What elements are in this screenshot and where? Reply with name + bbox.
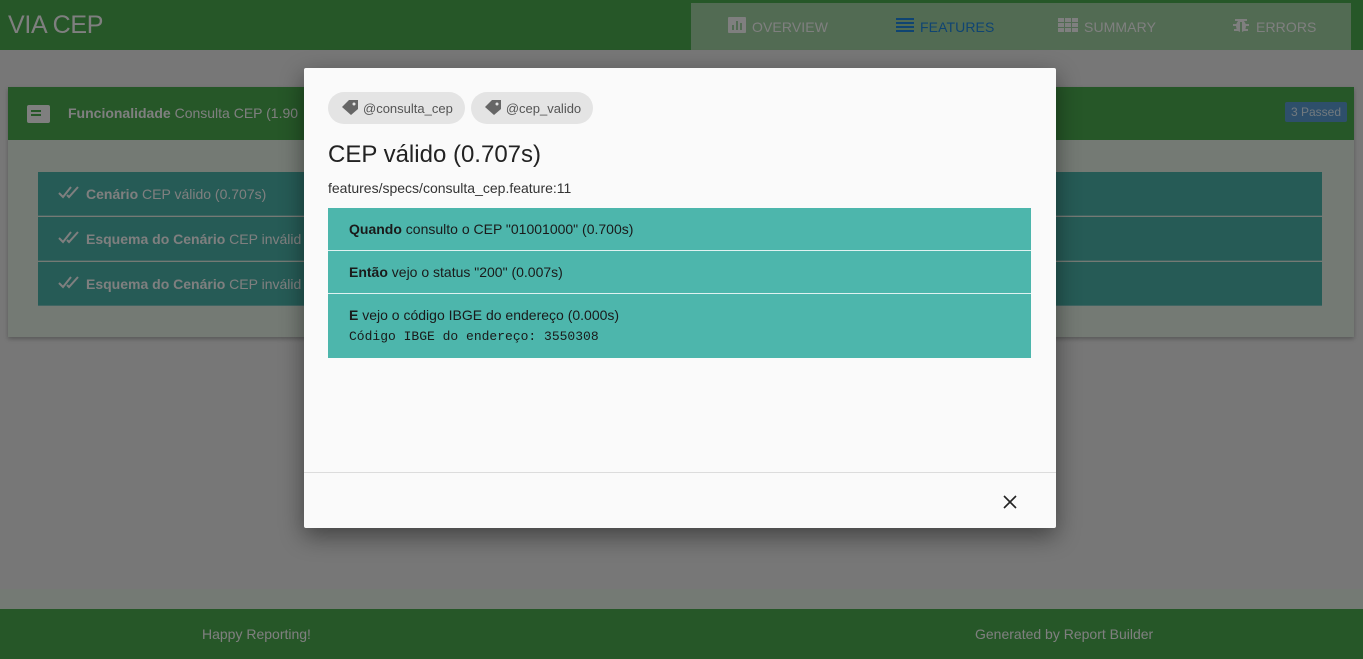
step-output: Código IBGE do endereço: 3550308 (349, 329, 599, 344)
step-list: Quando consulto o CEP "01001000" (0.700s… (328, 208, 1031, 358)
modal-title: CEP válido (0.707s) (328, 141, 541, 168)
step-keyword: Então (349, 264, 388, 280)
scenario-modal: @consulta_cep @cep_valido CEP válido (0.… (304, 68, 1056, 528)
tag-label: @cep_valido (505, 100, 582, 116)
step-row: Quando consulto o CEP "01001000" (0.700s… (328, 208, 1031, 251)
tag-label: @consulta_cep (363, 100, 453, 116)
feature-file-path: features/specs/consulta_cep.feature:11 (328, 180, 572, 196)
tag-list: @consulta_cep @cep_valido (328, 92, 594, 124)
close-button[interactable] (998, 490, 1022, 514)
tag-chip: @cep_valido (470, 92, 594, 124)
step-text: vejo o status "200" (0.007s) (387, 264, 563, 280)
step-row: E vejo o código IBGE do endereço (0.000s… (328, 294, 1031, 358)
step-text: consulto o CEP "01001000" (0.700s) (401, 221, 634, 237)
close-icon (998, 495, 1022, 518)
tag-icon (483, 98, 503, 119)
step-keyword: E (349, 307, 359, 323)
step-row: Então vejo o status "200" (0.007s) (328, 251, 1031, 294)
tag-icon (340, 98, 360, 119)
modal-divider (304, 472, 1056, 473)
step-text: vejo o código IBGE do endereço (0.000s) (358, 307, 620, 323)
step-keyword: Quando (349, 221, 402, 237)
tag-chip: @consulta_cep (328, 92, 465, 124)
